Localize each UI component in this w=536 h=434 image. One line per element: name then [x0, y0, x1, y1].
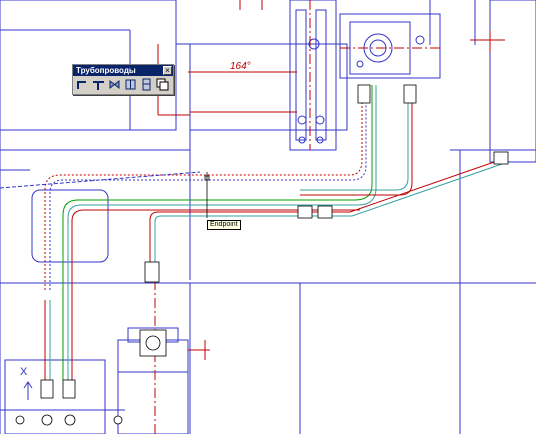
axis-marker	[23, 381, 33, 400]
dimension-label: 164°	[230, 61, 251, 72]
toolbar-title[interactable]: Трубопроводы	[73, 65, 173, 76]
pipe-tee-button[interactable]	[92, 78, 105, 91]
pipe-flange-button[interactable]	[124, 78, 137, 91]
pipe-route-dotted	[0, 85, 367, 290]
snap-tooltip: Endpoint	[207, 220, 241, 230]
pipe-tee-icon	[93, 81, 104, 90]
pipe-flange-icon	[125, 79, 136, 90]
pipe-valve-icon	[109, 79, 120, 90]
endpoint-marker	[204, 172, 210, 218]
toolbar-close-button[interactable]: ×	[163, 66, 172, 75]
axis-x-label: X	[20, 366, 28, 378]
pipe-fittings	[15, 84, 509, 426]
pipe-fitting-button[interactable]	[140, 78, 153, 91]
pipe-copy-button[interactable]	[156, 78, 169, 91]
pipe-route-solid	[44, 85, 503, 380]
pipelines-toolbar[interactable]: Трубопроводы ×	[72, 64, 174, 95]
pipe-copy-icon	[156, 78, 169, 91]
pipe-valve-button[interactable]	[108, 78, 121, 91]
pipe-fitting-icon	[142, 78, 151, 91]
pipe-elbow-button[interactable]	[76, 78, 89, 91]
pipe-elbow-icon	[77, 81, 86, 89]
pump-assembly	[289, 0, 441, 151]
